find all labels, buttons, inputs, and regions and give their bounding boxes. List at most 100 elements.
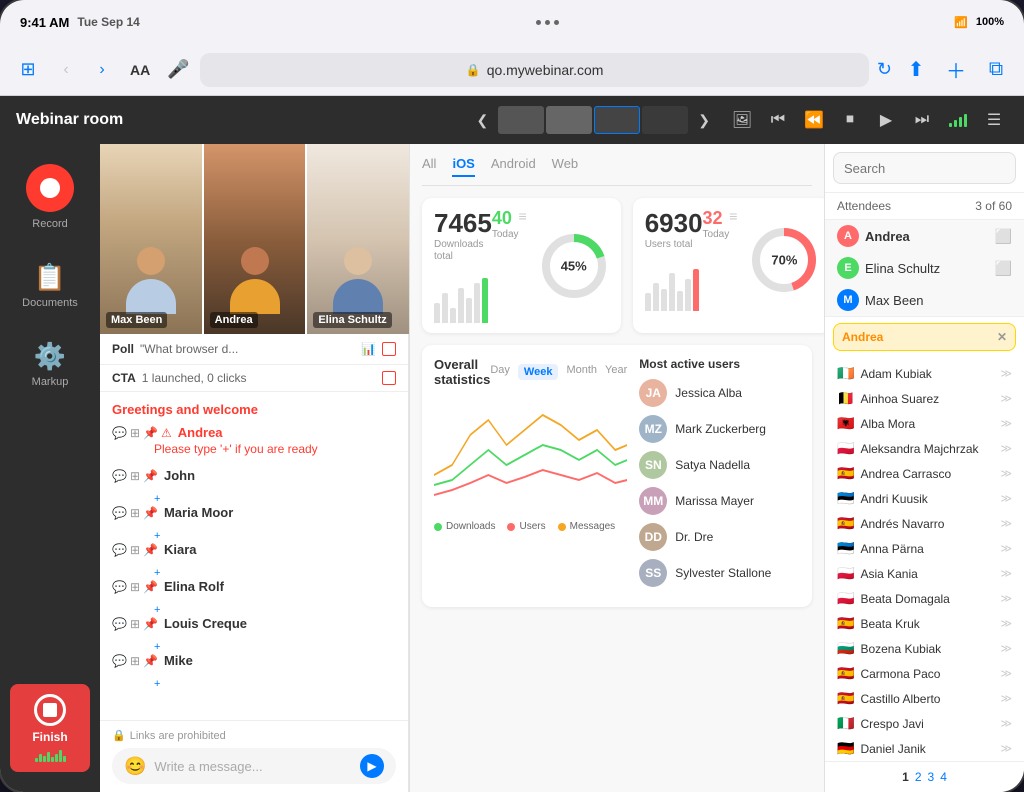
period-day[interactable]: Day: [490, 364, 510, 380]
back-button[interactable]: ‹: [52, 56, 80, 84]
attendee-action-adam[interactable]: ≫: [1000, 367, 1012, 380]
attendee-action-daniel[interactable]: ≫: [1000, 742, 1012, 755]
sidebar-toggle-icon[interactable]: ⊞: [12, 54, 44, 86]
skip-forward-button[interactable]: ⏭: [908, 106, 936, 134]
msg-icon-john-2[interactable]: ⊞: [130, 469, 140, 483]
nav-right-button[interactable]: ❯: [692, 108, 716, 133]
attendee-action-anna[interactable]: ≫: [1000, 542, 1012, 555]
video-thumb-1[interactable]: [498, 106, 544, 134]
attendee-name-andri: Andri Kuusik: [860, 492, 927, 506]
msg-plus-kiara[interactable]: +: [112, 567, 396, 579]
microphone-icon[interactable]: 🎤: [164, 56, 192, 84]
attendee-action-crespo[interactable]: ≫: [1000, 717, 1012, 730]
msg-icon-kiara-2[interactable]: ⊞: [130, 543, 140, 557]
image-view-button[interactable]: 🖼: [728, 106, 756, 134]
msg-icon-maria-2[interactable]: ⊞: [130, 506, 140, 520]
attendee-action-andrea[interactable]: ⬜: [995, 228, 1012, 245]
attendee-action-ainhoa[interactable]: ≫: [1000, 392, 1012, 405]
forward-button[interactable]: ›: [88, 56, 116, 84]
attendee-hl-max: M Max Been: [825, 284, 1024, 316]
emoji-button[interactable]: 😊: [124, 756, 146, 777]
msg-icon-3[interactable]: 📌: [143, 426, 158, 440]
users-menu-button[interactable]: ≡: [729, 208, 737, 224]
msg-icon-elinarolf-3[interactable]: 📌: [143, 580, 158, 594]
tabs-button[interactable]: ⧉: [980, 54, 1012, 86]
video-thumb-2[interactable]: [546, 106, 592, 134]
andrea-close-button[interactable]: ✕: [997, 330, 1007, 344]
msg-icon-maria-1[interactable]: 💬: [112, 506, 127, 520]
msg-icon-john-3[interactable]: 📌: [143, 469, 158, 483]
play-button[interactable]: ▶: [872, 106, 900, 134]
attendee-action-aleksandra[interactable]: ≫: [1000, 442, 1012, 455]
downloads-menu-button[interactable]: ≡: [519, 208, 527, 224]
attendee-action-beata-d[interactable]: ≫: [1000, 592, 1012, 605]
finish-button[interactable]: Finish: [10, 684, 90, 772]
msg-icon-louis-3[interactable]: 📌: [143, 617, 158, 631]
attendee-action-beata-k[interactable]: ≫: [1000, 617, 1012, 630]
send-button[interactable]: ▶: [360, 754, 384, 778]
msg-icon-john-1[interactable]: 💬: [112, 469, 127, 483]
attendee-action-andrea-c[interactable]: ≫: [1000, 467, 1012, 480]
attendee-name-alba: Alba Mora: [860, 417, 915, 431]
stop-button[interactable]: ⏹: [836, 106, 864, 134]
tab-web[interactable]: Web: [552, 156, 579, 177]
msg-plus-elinarolf[interactable]: +: [112, 604, 396, 616]
poll-checkbox[interactable]: [382, 342, 396, 356]
msg-icon-elinarolf-2[interactable]: ⊞: [130, 580, 140, 594]
left-sidebar: Record 📋 Documents ⚙️ Markup: [0, 144, 100, 792]
msg-icon-louis-2[interactable]: ⊞: [130, 617, 140, 631]
attendee-action-carmona[interactable]: ≫: [1000, 667, 1012, 680]
sidebar-item-markup[interactable]: ⚙️ Markup: [10, 333, 90, 396]
nav-left-button[interactable]: ❮: [471, 108, 495, 133]
new-tab-button[interactable]: ＋: [940, 54, 972, 86]
attendee-action-asia[interactable]: ≫: [1000, 567, 1012, 580]
video-thumb-3[interactable]: [594, 106, 640, 134]
msg-plus-louis[interactable]: +: [112, 641, 396, 653]
flag-carmona: 🇪🇸: [837, 665, 854, 682]
url-bar[interactable]: 🔒 qo.mywebinar.com: [200, 53, 869, 87]
text-size-button[interactable]: AA: [124, 58, 156, 82]
msg-icon-kiara-3[interactable]: 📌: [143, 543, 158, 557]
tab-all[interactable]: All: [422, 156, 436, 177]
tab-ios[interactable]: iOS: [452, 156, 474, 177]
msg-plus-maria[interactable]: +: [112, 530, 396, 542]
attendee-action-castillo[interactable]: ≫: [1000, 692, 1012, 705]
msg-icon-maria-3[interactable]: 📌: [143, 506, 158, 520]
msg-icon-elinarolf-1[interactable]: 💬: [112, 580, 127, 594]
share-button[interactable]: ⬆: [900, 54, 932, 86]
battery-label: 100%: [976, 16, 1004, 28]
attendee-action-elina[interactable]: ⬜: [995, 260, 1012, 277]
attendee-action-andri[interactable]: ≫: [1000, 492, 1012, 505]
period-month[interactable]: Month: [566, 364, 597, 380]
attendee-name-crespo: Crespo Javi: [860, 717, 923, 731]
msg-icon-2[interactable]: ⊞: [130, 426, 140, 440]
page-3[interactable]: 3: [928, 770, 935, 784]
page-1[interactable]: 1: [902, 770, 909, 784]
attendee-action-andres[interactable]: ≫: [1000, 517, 1012, 530]
cta-checkbox[interactable]: [382, 371, 396, 385]
search-input[interactable]: [833, 152, 1016, 184]
msg-icon-1[interactable]: 💬: [112, 426, 127, 440]
msg-plus-mike[interactable]: +: [112, 678, 396, 690]
reload-button[interactable]: ↻: [877, 59, 892, 80]
msg-icon-mike-1[interactable]: 💬: [112, 654, 127, 668]
msg-icon-mike-2[interactable]: ⊞: [130, 654, 140, 668]
attendee-action-bozena[interactable]: ≫: [1000, 642, 1012, 655]
prev-button[interactable]: ⏪: [800, 106, 828, 134]
tab-android[interactable]: Android: [491, 156, 536, 177]
period-week[interactable]: Week: [518, 364, 559, 380]
skip-back-button[interactable]: ⏮: [764, 106, 792, 134]
page-2[interactable]: 2: [915, 770, 922, 784]
record-button[interactable]: [26, 164, 74, 212]
period-year[interactable]: Year: [605, 364, 627, 380]
msg-icon-louis-1[interactable]: 💬: [112, 617, 127, 631]
page-4[interactable]: 4: [940, 770, 947, 784]
msg-icon-kiara-1[interactable]: 💬: [112, 543, 127, 557]
poll-chart-icon[interactable]: 📊: [361, 342, 376, 356]
sidebar-item-documents[interactable]: 📋 Documents: [10, 254, 90, 317]
attendee-action-alba[interactable]: ≫: [1000, 417, 1012, 430]
msg-icon-mike-3[interactable]: 📌: [143, 654, 158, 668]
menu-button[interactable]: ☰: [980, 106, 1008, 134]
sidebar-item-record[interactable]: Record: [10, 156, 90, 238]
msg-plus-john[interactable]: +: [112, 493, 396, 505]
